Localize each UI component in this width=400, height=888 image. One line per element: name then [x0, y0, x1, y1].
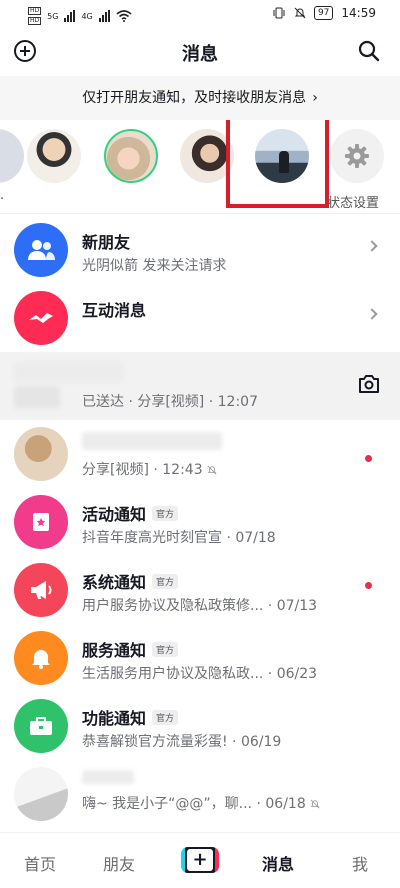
sim-2-label: HD: [28, 17, 42, 25]
chevron-right-icon: ›: [312, 90, 318, 106]
search-icon[interactable]: [358, 40, 380, 62]
friend-notification-banner[interactable]: 仅打开朋友通知，及时接收朋友消息 ›: [0, 76, 400, 120]
vibrate-icon: [273, 7, 285, 19]
item-preview: 抖音年度高光时刻官宣 · 07/18: [82, 530, 276, 546]
item-preview: 嗨~ 我是小子“@@”，聊... · 06/18: [82, 793, 320, 813]
page-title: 消息: [182, 44, 218, 65]
network-4g-label: 4G: [81, 11, 93, 21]
item-title: 系统通知 官方: [82, 569, 179, 593]
friend-label-partial: ·: [0, 192, 5, 207]
redacted-avatar: [14, 386, 60, 408]
item-title: 互动消息: [82, 301, 147, 320]
plus-icon: +: [192, 849, 208, 870]
sim-indicator: HD HD: [28, 6, 42, 26]
unread-dot: [365, 455, 372, 462]
toolbox-icon: [14, 699, 68, 753]
avatar: [14, 427, 68, 481]
nav-home[interactable]: 首页: [24, 851, 56, 875]
status-settings-label: 状态设置: [327, 196, 380, 211]
wifi-icon: [116, 10, 132, 22]
signal-icon: [64, 10, 76, 22]
camera-icon[interactable]: [358, 374, 380, 394]
item-preview: 恭喜解锁官方流量彩蛋! · 06/19: [82, 734, 282, 750]
activity-icon: [14, 495, 68, 549]
chevron-right-icon: [366, 240, 378, 252]
item-preview: 已送达 · 分享[视频] · 12:07: [82, 394, 258, 410]
official-badge: 官方: [152, 642, 179, 657]
status-bar: HD HD 5G 4G 97 14:59: [0, 0, 400, 28]
create-button[interactable]: +: [181, 847, 219, 873]
status-right: 97 14:59: [272, 6, 376, 20]
sim-1-label: HD: [28, 7, 42, 15]
signal-icon-2: [98, 10, 110, 22]
redacted-name: [82, 770, 134, 784]
header: 消息: [0, 28, 400, 76]
unread-dot: [365, 582, 372, 589]
status-left: HD HD 5G 4G: [28, 6, 132, 26]
list-item-service-notice[interactable]: 服务通知 官方 生活服务用户协议及隐私政... · 06/23: [0, 624, 400, 692]
highlight-box: [226, 120, 329, 208]
item-preview: 光阴似箭 发来关注请求: [82, 258, 227, 274]
list-item-conversation[interactable]: 嗨~ 我是小子“@@”，聊... · 06/18: [0, 760, 400, 828]
item-title: 新朋友: [82, 233, 131, 252]
new-friends-icon: [14, 223, 68, 277]
item-title: 活动通知 官方: [82, 501, 179, 525]
list-item-activity-notice[interactable]: 活动通知 官方 抖音年度高光时刻官宣 · 07/18: [0, 488, 400, 556]
banner-text: 仅打开朋友通知，及时接收朋友消息: [82, 90, 307, 106]
mute-icon: [310, 799, 320, 809]
official-badge: 官方: [152, 574, 179, 589]
status-settings-button[interactable]: [330, 129, 384, 183]
bell-icon: [14, 631, 68, 685]
official-badge: 官方: [152, 506, 179, 521]
redacted-name: [82, 432, 222, 450]
mute-bell-icon: [294, 7, 306, 19]
friends-status-row: · 状态设置: [0, 120, 400, 214]
avatar: [14, 767, 68, 821]
item-preview: 用户服务协议及隐私政策修... · 07/13: [82, 598, 318, 614]
interaction-icon: [14, 291, 68, 345]
bottom-nav: 首页 朋友 + 消息 我: [0, 832, 400, 888]
item-title: 服务通知 官方: [82, 637, 179, 661]
official-badge: 官方: [152, 710, 179, 725]
gear-icon: [345, 144, 369, 168]
clock: 14:59: [341, 6, 376, 20]
list-item-new-friends[interactable]: 新朋友 光阴似箭 发来关注请求: [0, 216, 400, 284]
friend-avatar[interactable]: [104, 129, 158, 183]
mute-icon: [207, 465, 217, 475]
list-item-conversation[interactable]: 分享[视频] · 12:43: [0, 420, 400, 488]
list-item-conversation[interactable]: 已送达 · 分享[视频] · 12:07: [0, 352, 400, 420]
nav-messages[interactable]: 消息: [262, 851, 294, 875]
nav-friends[interactable]: 朋友: [103, 851, 135, 875]
item-title: 功能通知 官方: [82, 705, 179, 729]
friend-avatar[interactable]: [27, 129, 81, 183]
message-list: 新朋友 光阴似箭 发来关注请求 互动消息 已送达 · 分享[视频] · 12:0…: [0, 216, 400, 828]
redacted-name: [14, 362, 124, 382]
megaphone-icon: [14, 563, 68, 617]
list-item-system-notice[interactable]: 系统通知 官方 用户服务协议及隐私政策修... · 07/13: [0, 556, 400, 624]
list-item-feature-notice[interactable]: 功能通知 官方 恭喜解锁官方流量彩蛋! · 06/19: [0, 692, 400, 760]
item-preview: 生活服务用户协议及隐私政... · 06/23: [82, 666, 318, 682]
network-5g-label: 5G: [47, 11, 59, 21]
chevron-right-icon: [366, 308, 378, 320]
item-preview: 分享[视频] · 12:43: [82, 459, 217, 479]
nav-me[interactable]: 我: [352, 851, 368, 875]
friend-avatar[interactable]: [0, 129, 24, 183]
battery-indicator: 97: [313, 6, 334, 20]
list-item-interactions[interactable]: 互动消息: [0, 284, 400, 352]
